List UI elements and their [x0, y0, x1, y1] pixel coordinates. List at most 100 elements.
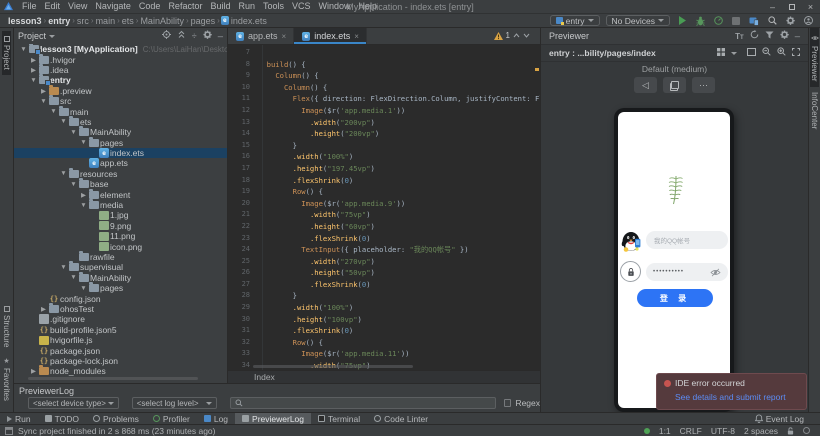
code-line[interactable]: 8 build() {: [228, 59, 540, 71]
menu-file[interactable]: File: [18, 1, 41, 11]
module-selector[interactable]: entry: [549, 15, 600, 26]
tree-item[interactable]: ▶ .hvigor: [14, 53, 227, 65]
next-warning-icon[interactable]: [523, 33, 530, 38]
caret-position[interactable]: 1:1: [659, 426, 671, 436]
menu-refactor[interactable]: Refactor: [164, 1, 206, 11]
tool-tab-favorites[interactable]: ★ Favorites: [2, 352, 11, 406]
code-line[interactable]: 23 .flexShrink(0): [228, 233, 540, 245]
file-encoding[interactable]: UTF-8: [711, 426, 735, 436]
code-line[interactable]: 17 .height("197.45vp"): [228, 163, 540, 175]
tool-window-todo[interactable]: TODO: [38, 413, 86, 424]
account-icon[interactable]: [802, 15, 814, 27]
gear-icon[interactable]: [203, 30, 212, 42]
code-line[interactable]: 19 Row() {: [228, 186, 540, 198]
tree-item[interactable]: ▼ supervisual: [14, 261, 227, 272]
gear-icon[interactable]: [780, 30, 789, 42]
code-line[interactable]: 29 .width("100%"): [228, 302, 540, 314]
horizontal-scrollbar[interactable]: [28, 377, 198, 380]
split-icon[interactable]: ÷: [192, 31, 197, 41]
tool-tab-previewer[interactable]: Previewer: [810, 28, 819, 87]
menu-code[interactable]: Code: [135, 1, 165, 11]
indent-setting[interactable]: 2 spaces: [744, 426, 778, 436]
tree-item[interactable]: ▼ main: [14, 105, 227, 117]
tree-item[interactable]: ▶ node_modules: [14, 365, 227, 376]
login-button[interactable]: 登 录: [637, 289, 713, 307]
line-separator[interactable]: CRLF: [680, 426, 702, 436]
code-line[interactable]: 20 Image($r('app.media.9')): [228, 198, 540, 210]
password-input[interactable]: ••••••••••: [646, 263, 728, 281]
code-line[interactable]: 16 .width("100%"): [228, 151, 540, 163]
regex-checkbox[interactable]: [503, 399, 512, 407]
menu-build[interactable]: Build: [206, 1, 234, 11]
code-line[interactable]: 12 Image($r('app.media.1')): [228, 105, 540, 117]
tree-item[interactable]: index.ets: [14, 147, 227, 159]
code-line[interactable]: 7: [228, 47, 540, 59]
tree-item[interactable]: ▼ media: [14, 199, 227, 210]
device-manager-icon[interactable]: [748, 15, 760, 27]
grid-view-icon[interactable]: [717, 47, 725, 59]
tree-item[interactable]: ▼ entry: [14, 74, 227, 87]
tree-item[interactable]: ▼ resources: [14, 167, 227, 179]
tool-tab-project[interactable]: Project: [2, 31, 11, 75]
tool-tab-structure[interactable]: Structure: [2, 301, 11, 352]
device-type-select[interactable]: <select device type>: [28, 397, 119, 409]
eye-off-icon[interactable]: [710, 268, 721, 277]
menu-run[interactable]: Run: [234, 1, 259, 11]
breadcrumb-item[interactable]: MainAbility: [138, 16, 186, 26]
device-selector[interactable]: No Devices: [605, 15, 670, 26]
more-button[interactable]: ···: [692, 77, 715, 93]
maximize-button[interactable]: [782, 0, 801, 13]
toast-report-link[interactable]: See details and submit report: [675, 392, 799, 402]
tree-item[interactable]: ▼ ets: [14, 115, 227, 127]
log-level-select[interactable]: <select log level>: [131, 397, 217, 409]
tool-window-code-linter[interactable]: Code Linter: [367, 413, 435, 424]
code-line[interactable]: 25 .width("270vp"): [228, 256, 540, 268]
tool-window-terminal[interactable]: Terminal: [311, 413, 367, 424]
zoom-in-icon[interactable]: [777, 47, 786, 59]
editor-tab-app-ets[interactable]: app.ets ×: [228, 28, 295, 44]
hide-icon[interactable]: –: [218, 31, 223, 42]
tool-window-profiler[interactable]: Profiler: [146, 413, 197, 424]
editor-tab-index-ets[interactable]: index.ets×: [294, 28, 367, 44]
code-line[interactable]: 9 Column() {: [228, 70, 540, 82]
status-message[interactable]: Sync project finished in 2 s 868 ms (23 …: [18, 426, 216, 436]
tool-window-log[interactable]: Log: [197, 413, 235, 424]
hide-icon[interactable]: –: [795, 31, 800, 42]
code-editor[interactable]: 78 build() {9 Column() {10 Column() {11 …: [228, 45, 540, 370]
code-line[interactable]: 14 .height("200vp"): [228, 128, 540, 140]
tree-item[interactable]: ▼ base: [14, 178, 227, 189]
breadcrumb-item[interactable]: pages: [189, 16, 218, 26]
breadcrumb-item[interactable]: entry: [46, 16, 72, 26]
fullscreen-icon[interactable]: [792, 47, 800, 59]
tree-item[interactable]: hvigorfile.js: [14, 335, 227, 345]
log-search-input[interactable]: [229, 397, 496, 409]
breadcrumb-item[interactable]: lesson3: [6, 16, 44, 26]
tool-window-problems[interactable]: Problems: [86, 413, 146, 424]
close-button[interactable]: ×: [801, 0, 820, 13]
code-line[interactable]: 21 .width("75vp"): [228, 209, 540, 221]
filter-icon[interactable]: [765, 31, 774, 42]
run-button[interactable]: [676, 15, 688, 27]
code-line[interactable]: 18 .flexShrink(0): [228, 175, 540, 187]
tool-window-previewerlog[interactable]: PreviewerLog: [235, 413, 312, 424]
breadcrumb-item[interactable]: src: [75, 16, 91, 26]
breadcrumb-item[interactable]: main: [94, 16, 118, 26]
tree-item[interactable]: ▶ .preview: [14, 84, 227, 96]
breadcrumb-item[interactable]: index.ets: [229, 16, 269, 26]
breadcrumb-item[interactable]: ets: [120, 16, 136, 26]
editor-breadcrumb[interactable]: Index: [228, 370, 540, 383]
menu-edit[interactable]: Edit: [41, 1, 65, 11]
code-line[interactable]: 22 .height("60vp"): [228, 221, 540, 233]
menu-navigate[interactable]: Navigate: [91, 1, 135, 11]
multi-window-button[interactable]: [663, 77, 686, 93]
gear-icon[interactable]: [784, 15, 796, 27]
locate-icon[interactable]: [161, 30, 171, 42]
profiler-button[interactable]: [712, 15, 724, 27]
tree-item[interactable]: ▶ element: [14, 188, 227, 200]
minimize-button[interactable]: –: [763, 0, 782, 13]
menu-tools[interactable]: Tools: [259, 1, 288, 11]
prev-warning-icon[interactable]: [513, 33, 520, 38]
code-line[interactable]: 30 .height("100vp"): [228, 314, 540, 326]
tree-item[interactable]: ▶ ohosTest: [14, 302, 227, 314]
tree-item[interactable]: ▼ MainAbility: [14, 126, 227, 137]
